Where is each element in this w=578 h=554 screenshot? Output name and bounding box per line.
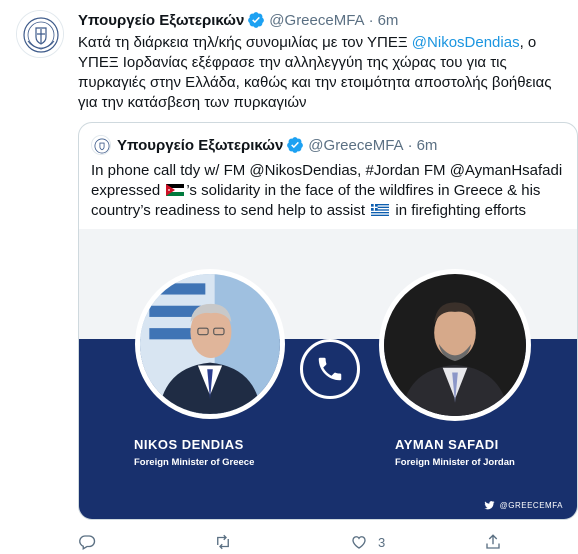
tweet-text-part: Κατά τη διάρκεια τηλ/κής συνομιλίας με τ… (78, 34, 412, 51)
tweet[interactable]: Υπουργείο Εξωτερικών @GreeceMFA · 6m Κατ… (0, 0, 578, 554)
minister-greece: NIKOS DENDIAS Foreign Minister of Greece (134, 437, 254, 468)
heart-icon (352, 536, 366, 549)
separator-dot: · (407, 136, 413, 154)
tweet-text: Κατά τη διάρκεια τηλ/κής συνομιλίας με τ… (78, 33, 560, 113)
quoted-tweet-time: 6m (416, 136, 438, 154)
author-name[interactable]: Υπουργείο Εξωτερικών (78, 12, 244, 29)
reply-button[interactable] (78, 533, 96, 551)
card-handle: @GREECEMFA (484, 500, 563, 511)
greek-emblem-logo (17, 11, 63, 57)
author-avatar[interactable] (16, 10, 64, 58)
card-handle-text: @GREECEMFA (499, 501, 563, 510)
retweet-icon (217, 534, 229, 550)
quoted-tweet-text: In phone call tdy w/ FM @NikosDendias, #… (91, 161, 569, 221)
like-count: 3 (378, 534, 386, 550)
separator-dot: · (368, 11, 374, 29)
quoted-author-avatar (91, 135, 111, 155)
quoted-tweet-header: Υπουργείο Εξωτερικών @GreeceMFA · 6m (91, 135, 437, 155)
minister-title: Foreign Minister of Jordan (395, 457, 515, 468)
quoted-author-name: Υπουργείο Εξωτερικών (117, 136, 284, 154)
greek-emblem-logo (92, 136, 110, 154)
verified-badge-icon (248, 12, 265, 28)
twitter-bird-icon (484, 501, 495, 510)
tweet-header: Υπουργείο Εξωτερικών @GreeceMFA · 6m (78, 10, 398, 30)
safadi-portrait (379, 269, 531, 421)
mention-link[interactable]: @NikosDendias (412, 34, 520, 51)
minister-jordan: AYMAN SAFADI Foreign Minister of Jordan (395, 437, 515, 468)
jordan-flag-icon (166, 184, 185, 196)
minister-name: AYMAN SAFADI (395, 437, 499, 452)
quoted-author-handle: @GreeceMFA (308, 136, 404, 154)
dendias-portrait (135, 269, 285, 419)
tweet-time[interactable]: 6m (378, 12, 399, 29)
phone-icon (300, 339, 360, 399)
retweet-button[interactable] (214, 533, 232, 551)
tweet-actions: 3 (78, 532, 558, 552)
minister-name: NIKOS DENDIAS (134, 437, 244, 452)
share-icon (486, 534, 500, 549)
minister-title: Foreign Minister of Greece (134, 457, 255, 468)
reply-icon (79, 535, 96, 550)
quoted-text-part: in firefighting efforts (391, 202, 527, 219)
verified-badge-icon (287, 137, 304, 153)
quoted-tweet[interactable]: Υπουργείο Εξωτερικών @GreeceMFA · 6m In … (78, 122, 578, 520)
share-button[interactable] (484, 533, 502, 551)
media-card[interactable]: NIKOS DENDIAS Foreign Minister of Greece… (79, 229, 577, 519)
author-handle[interactable]: @GreeceMFA (269, 12, 364, 29)
like-button[interactable]: 3 (350, 533, 385, 551)
greece-flag-icon (371, 204, 390, 216)
